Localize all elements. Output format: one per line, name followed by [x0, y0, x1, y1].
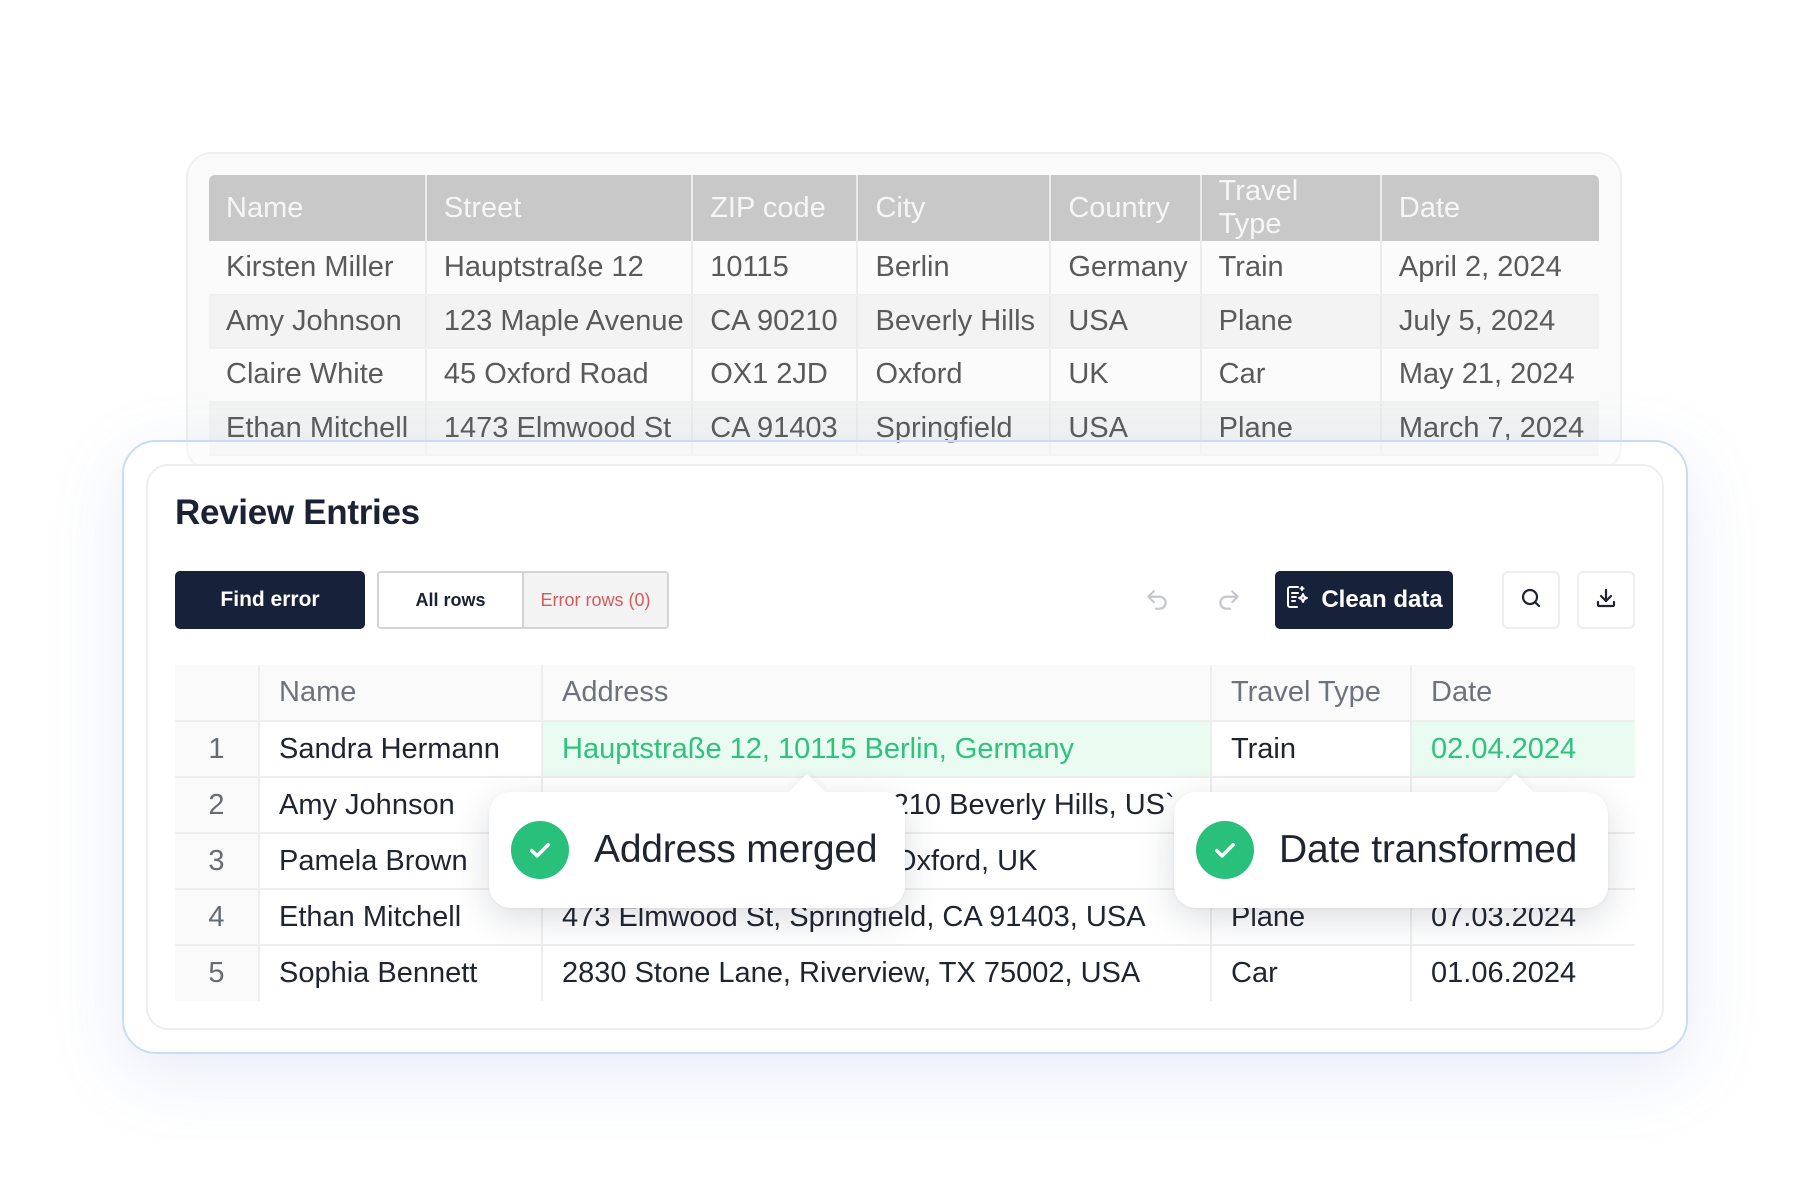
stage: Name Street ZIP code City Country Travel… [0, 0, 1800, 1200]
row-filter-toggle: All rows Error rows (0) [377, 571, 669, 629]
row-number: 3 [175, 833, 260, 890]
find-error-button[interactable]: Find error [175, 571, 365, 629]
bg-cell: Oxford [857, 348, 1052, 403]
download-icon [1594, 586, 1618, 615]
bg-cell: Hauptstraße 12 [425, 241, 694, 296]
name-cell[interactable]: Sophia Bennett [259, 945, 543, 1001]
sparkle-doc-icon [1285, 584, 1309, 617]
search-button[interactable] [1502, 571, 1560, 629]
bg-header-travel-type: Travel Type [1200, 175, 1382, 241]
address-cell[interactable]: 2830 Stone Lane, Riverview, TX 75002, US… [542, 945, 1212, 1001]
row-number: 4 [175, 889, 260, 946]
bg-cell: 10115 [692, 241, 859, 296]
bg-header-name: Name [209, 175, 427, 241]
row-number: 5 [175, 945, 260, 1001]
bg-cell: July 5, 2024 [1380, 294, 1599, 349]
bg-cell: May 21, 2024 [1380, 348, 1599, 403]
bg-cell: Kirsten Miller [209, 241, 427, 296]
bg-cell: Berlin [857, 241, 1052, 296]
bg-header-city: City [857, 175, 1052, 241]
date-transformed-text: Date transformed [1279, 828, 1578, 871]
bg-cell: Beverly Hills [857, 294, 1052, 349]
bg-cell: April 2, 2024 [1380, 241, 1599, 296]
row-number: 1 [175, 721, 260, 778]
page-title: Review Entries [175, 493, 420, 532]
download-button[interactable] [1577, 571, 1635, 629]
bg-cell: 123 Maple Avenue [425, 294, 694, 349]
background-header-row: Name Street ZIP code City Country Travel… [209, 175, 1599, 241]
bg-table-row: Claire White 45 Oxford Road OX1 2JD Oxfo… [209, 348, 1599, 403]
bg-cell: Germany [1050, 241, 1202, 296]
address-merged-text: Address merged [594, 828, 878, 871]
bg-cell: Plane [1200, 294, 1382, 349]
travel-type-cell[interactable]: Car [1211, 945, 1412, 1001]
header-address[interactable]: Address [542, 665, 1212, 722]
check-icon [1196, 821, 1254, 879]
date-cell[interactable]: 01.06.2024 [1411, 945, 1635, 1001]
bg-header-street: Street [425, 175, 694, 241]
bg-cell: Claire White [209, 348, 427, 403]
clean-data-label: Clean data [1321, 586, 1443, 613]
bg-cell: UK [1050, 348, 1202, 403]
undo-icon[interactable] [1141, 584, 1173, 616]
row-number: 2 [175, 777, 260, 834]
header-row-number [175, 665, 260, 722]
redo-icon[interactable] [1213, 584, 1245, 616]
table-row[interactable]: 5 Sophia Bennett 2830 Stone Lane, Riverv… [175, 945, 1635, 1001]
bg-table-row: Kirsten Miller Hauptstraße 12 10115 Berl… [209, 241, 1599, 296]
search-icon [1519, 586, 1543, 615]
table-row[interactable]: 1 Sandra Hermann Hauptstraße 12, 10115 B… [175, 721, 1635, 778]
error-rows-tab[interactable]: Error rows (0) [524, 573, 667, 627]
name-cell[interactable]: Sandra Hermann [259, 721, 543, 778]
bg-cell: Train [1200, 241, 1382, 296]
bg-cell: Car [1200, 348, 1382, 403]
address-cell-merged[interactable]: Hauptstraße 12, 10115 Berlin, Germany [542, 721, 1212, 778]
background-sheet-table: Name Street ZIP code City Country Travel… [209, 175, 1599, 456]
address-merged-tooltip: Address merged [489, 792, 905, 908]
bg-header-zip: ZIP code [692, 175, 859, 241]
bg-cell: 45 Oxford Road [425, 348, 694, 403]
bg-table-row: Amy Johnson 123 Maple Avenue CA 90210 Be… [209, 294, 1599, 349]
bg-cell: CA 90210 [692, 294, 859, 349]
date-transformed-tooltip: Date transformed [1174, 792, 1608, 908]
travel-type-cell[interactable]: Train [1211, 721, 1412, 778]
date-cell-transformed[interactable]: 02.04.2024 [1411, 721, 1635, 778]
header-name[interactable]: Name [259, 665, 543, 722]
bg-cell: OX1 2JD [692, 348, 859, 403]
header-travel-type[interactable]: Travel Type [1211, 665, 1412, 722]
header-date[interactable]: Date [1411, 665, 1635, 722]
bg-cell: Amy Johnson [209, 294, 427, 349]
clean-data-button[interactable]: Clean data [1275, 571, 1453, 629]
check-icon [511, 821, 569, 879]
all-rows-tab[interactable]: All rows [379, 573, 524, 627]
review-header-row: Name Address Travel Type Date [175, 665, 1635, 722]
bg-header-country: Country [1050, 175, 1202, 241]
bg-header-date: Date [1380, 175, 1599, 241]
bg-cell: USA [1050, 294, 1202, 349]
